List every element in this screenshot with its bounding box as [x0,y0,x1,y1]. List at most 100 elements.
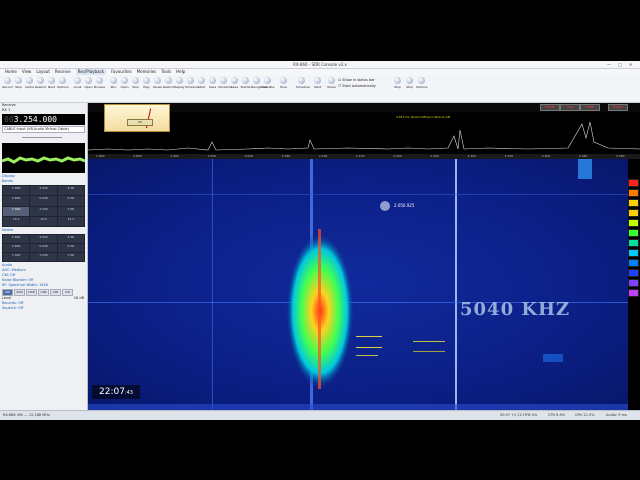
low-button[interactable]: Low [560,104,580,111]
memory-button[interactable]: 3.500 [30,235,57,243]
mode-cw-button[interactable]: CW [62,289,73,296]
mode-lsb-button[interactable]: LSB [50,289,61,296]
ribbon-button-15[interactable]: Replay [174,77,185,95]
ribbon-button-10[interactable]: Open [119,77,130,95]
palette-swatch[interactable] [628,279,639,287]
scale-button[interactable]: Scale [540,104,560,111]
start-automatically-label: Start automatically [342,84,376,88]
audio-setting-line[interactable]: RF: Spectrum Width: 192K [0,283,87,288]
memory-button[interactable]: 1.800 [3,235,30,243]
status-time: 00:07 +2,12 FIFB 0% [500,413,538,417]
ribbon-button-0[interactable]: Record [2,77,13,95]
palette-swatch[interactable] [628,239,639,247]
ribbon-button-26[interactable]: Start [312,77,323,95]
band-button[interactable]: 14.0 [30,216,57,226]
zoom-button[interactable]: Zoom [608,104,628,111]
ribbon-button-28[interactable]: Stop [392,77,403,95]
ribbon-button-17[interactable]: Start [196,77,207,95]
ribbon-button-24[interactable]: Tune [278,77,289,95]
band-button[interactable]: 10.1 [3,216,30,226]
band-button[interactable]: 7.000 [3,206,30,216]
band-button[interactable]: 3.500 [30,186,57,196]
ribbon-button-6[interactable]: Local [72,77,83,95]
palette-swatch[interactable] [628,199,639,207]
ribbon-button-21[interactable]: Startle [240,77,251,95]
ribbon-start-icon [198,77,205,84]
ribbon-button-label: Stop [15,85,22,89]
band-button[interactable]: 14.2 [57,216,84,226]
band-button[interactable]: 3.800 [3,196,30,206]
palette-swatch[interactable] [628,249,639,257]
ribbon-button-3[interactable]: Rewind [35,77,46,95]
start-automatically-checkbox[interactable]: ☐ Start automatically [338,84,376,88]
ribbon-button-27[interactable]: Share [326,77,337,95]
ribbon-tune-icon [280,77,287,84]
memory-button[interactable]: 7.000 [3,253,30,261]
ribbon-button-22[interactable]: Navigation [251,77,267,95]
ribbon-button-7[interactable]: Open [83,77,94,95]
ribbon-button-8[interactable]: Browse [94,77,105,95]
memory-button[interactable]: 3.5R [57,235,84,243]
ribbon-button-18[interactable]: Save [207,77,218,95]
memory-button[interactable]: 7.200 [30,253,57,261]
ribbon-button-1[interactable]: Stop [13,77,24,95]
left-panel: Receive RX 1 003.254.000 CABLE Input (VB… [0,103,88,410]
waterfall-display[interactable]: 2.050.925 [88,159,628,410]
ribbon-button-20[interactable]: Save [229,77,240,95]
band-button[interactable]: 7.200 [30,206,57,216]
ribbon-button-5[interactable]: Options [57,77,69,95]
palette-swatch[interactable] [628,179,639,187]
ribbon-button-9[interactable]: Run [108,77,119,95]
ribbon-play-icon [143,77,150,84]
spectrum-display[interactable]: 4.815 Kz, Radio Diffusion Bolivia AM [87,112,640,155]
minimize-button[interactable]: — [607,62,611,67]
band-button[interactable]: 1.800 [3,186,30,196]
memory-button[interactable]: 5.000 [30,244,57,252]
ribbon-button-16[interactable]: Schedule [185,77,199,95]
palette-swatch[interactable] [628,189,639,197]
palette-swatch[interactable] [628,289,639,297]
ribbon-stop-icon [15,77,22,84]
ribbon-button-4[interactable]: Next [46,77,57,95]
ribbon-button-19[interactable]: Schedule [218,77,232,95]
ribbon-button-25[interactable]: Schedule [296,77,310,95]
ribbon-button-12[interactable]: Play [141,77,152,95]
memory-button[interactable]: 3.800 [3,244,30,252]
audio-source-select[interactable]: CABLE Input (VB-Audio Virtual Cable) [2,126,85,133]
maximize-button[interactable]: □ [618,62,622,67]
palette-swatch[interactable] [628,209,639,217]
ribbon-button-14[interactable]: Rewind [163,77,174,95]
ribbon-button-23[interactable]: Satellite [262,77,274,95]
modes-heading: Modes [2,228,14,232]
ribbon-button-label: Open [120,85,129,89]
squelch-line: Squelch: Off [2,306,24,310]
band-button[interactable]: 7.5R [57,206,84,216]
ribbon-schedule-icon [187,77,194,84]
palette-swatch[interactable] [628,269,639,277]
ribbon-button-2[interactable]: Cache [24,77,35,95]
ribbon-button-30[interactable]: Options [416,77,428,95]
band-button[interactable]: 3.5R [57,186,84,196]
palette-swatch[interactable] [628,219,639,227]
palette-swatch[interactable] [628,259,639,267]
palette-swatch[interactable] [628,229,639,237]
close-button[interactable]: ✕ [629,62,632,67]
ribbon-button-label: Next [48,85,55,89]
volume-slider[interactable] [2,135,85,141]
band-button[interactable]: 5.5R [57,196,84,206]
colour-palette[interactable] [628,179,639,349]
memory-button[interactable]: 5.5R [57,244,84,252]
ribbon-button-13[interactable]: Pause [152,77,163,95]
frequency-display[interactable]: 003.254.000 [2,114,85,125]
ribbon-button-11[interactable]: Stop [130,77,141,95]
memory-button[interactable]: 7.5R [57,253,84,261]
ribbon-button-29[interactable]: Stop [404,77,415,95]
mode-usb-button[interactable]: USB [38,289,49,296]
mode-sam-button[interactable]: SAM [14,289,25,296]
show-in-status-bar-checkbox[interactable]: ☑ Show in status bar [338,78,375,82]
status-audio: Audio: 9 ms [606,413,627,417]
mode-am-button[interactable]: AM [2,289,13,296]
band-button[interactable]: 5.000 [30,196,57,206]
high-button[interactable]: High [580,104,600,111]
mode-dsb-button[interactable]: DSB [26,289,37,296]
